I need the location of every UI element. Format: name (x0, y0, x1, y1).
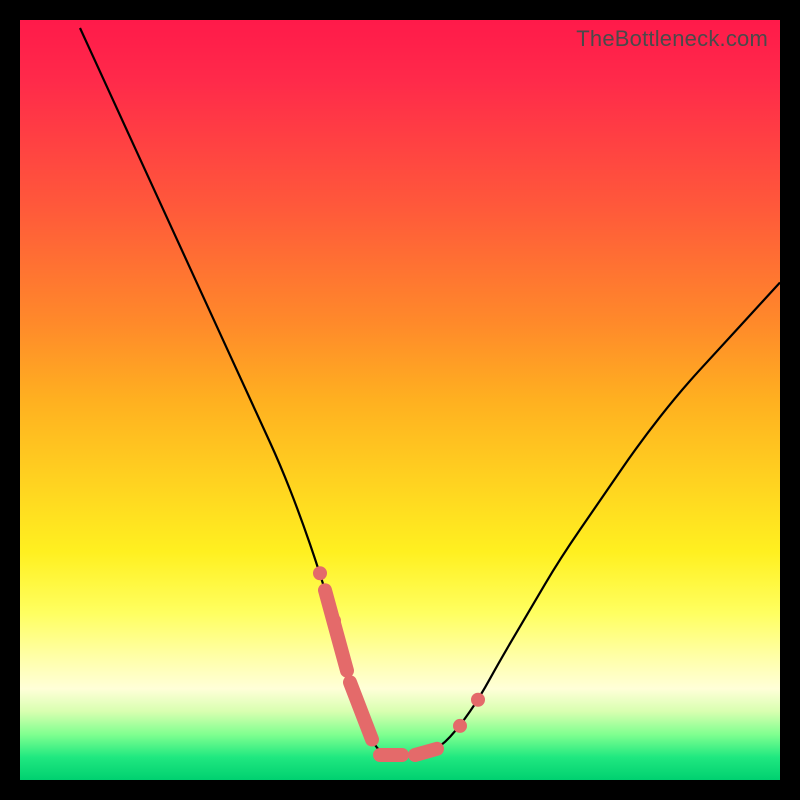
watermark-text: TheBottleneck.com (576, 26, 768, 52)
chart-frame: TheBottleneck.com (20, 20, 780, 780)
chart-gradient-background (20, 20, 780, 780)
